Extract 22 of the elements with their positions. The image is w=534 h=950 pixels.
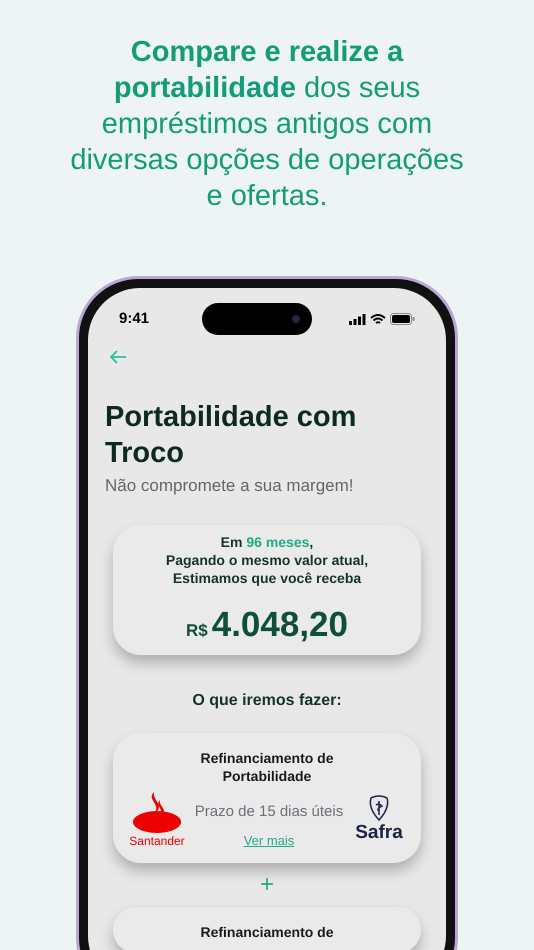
back-arrow-icon [109,349,127,365]
more-link[interactable]: Ver mais [244,831,294,850]
section-title: O que iremos fazer: [191,690,343,710]
operation-title: Refinanciamento de Portabilidade [199,748,335,784]
estimate-text: Em 96 meses, Pagando o mesmo valor atual, Estimamos que você receba [166,532,368,586]
currency-symbol: R$ [186,620,208,642]
page-subtitle: Não compromete a sua margem! [105,475,354,497]
crest-icon [368,794,390,821]
status-time: 9:41 [119,308,150,329]
battery-icon [390,313,415,325]
flame-logo-icon [132,790,182,834]
deadline-text: Prazo de 15 dias úteis [194,802,344,822]
headline: Compare e realize a portabilidade dos seus empréstimos antigos com diversas opções de operações e ofertas. [69,35,465,214]
page-title: Portabilidade com Troco [105,400,358,471]
amount-value: 4.048,20 [212,604,348,644]
wifi-icon [370,314,386,324]
operation-title: Refinanciamento de [199,922,335,940]
camera-icon [292,315,300,323]
bank-name: Safra [355,820,403,844]
plus-sign: + [258,870,275,898]
signal-icon [349,314,366,324]
bank-name: Santander [129,834,185,849]
